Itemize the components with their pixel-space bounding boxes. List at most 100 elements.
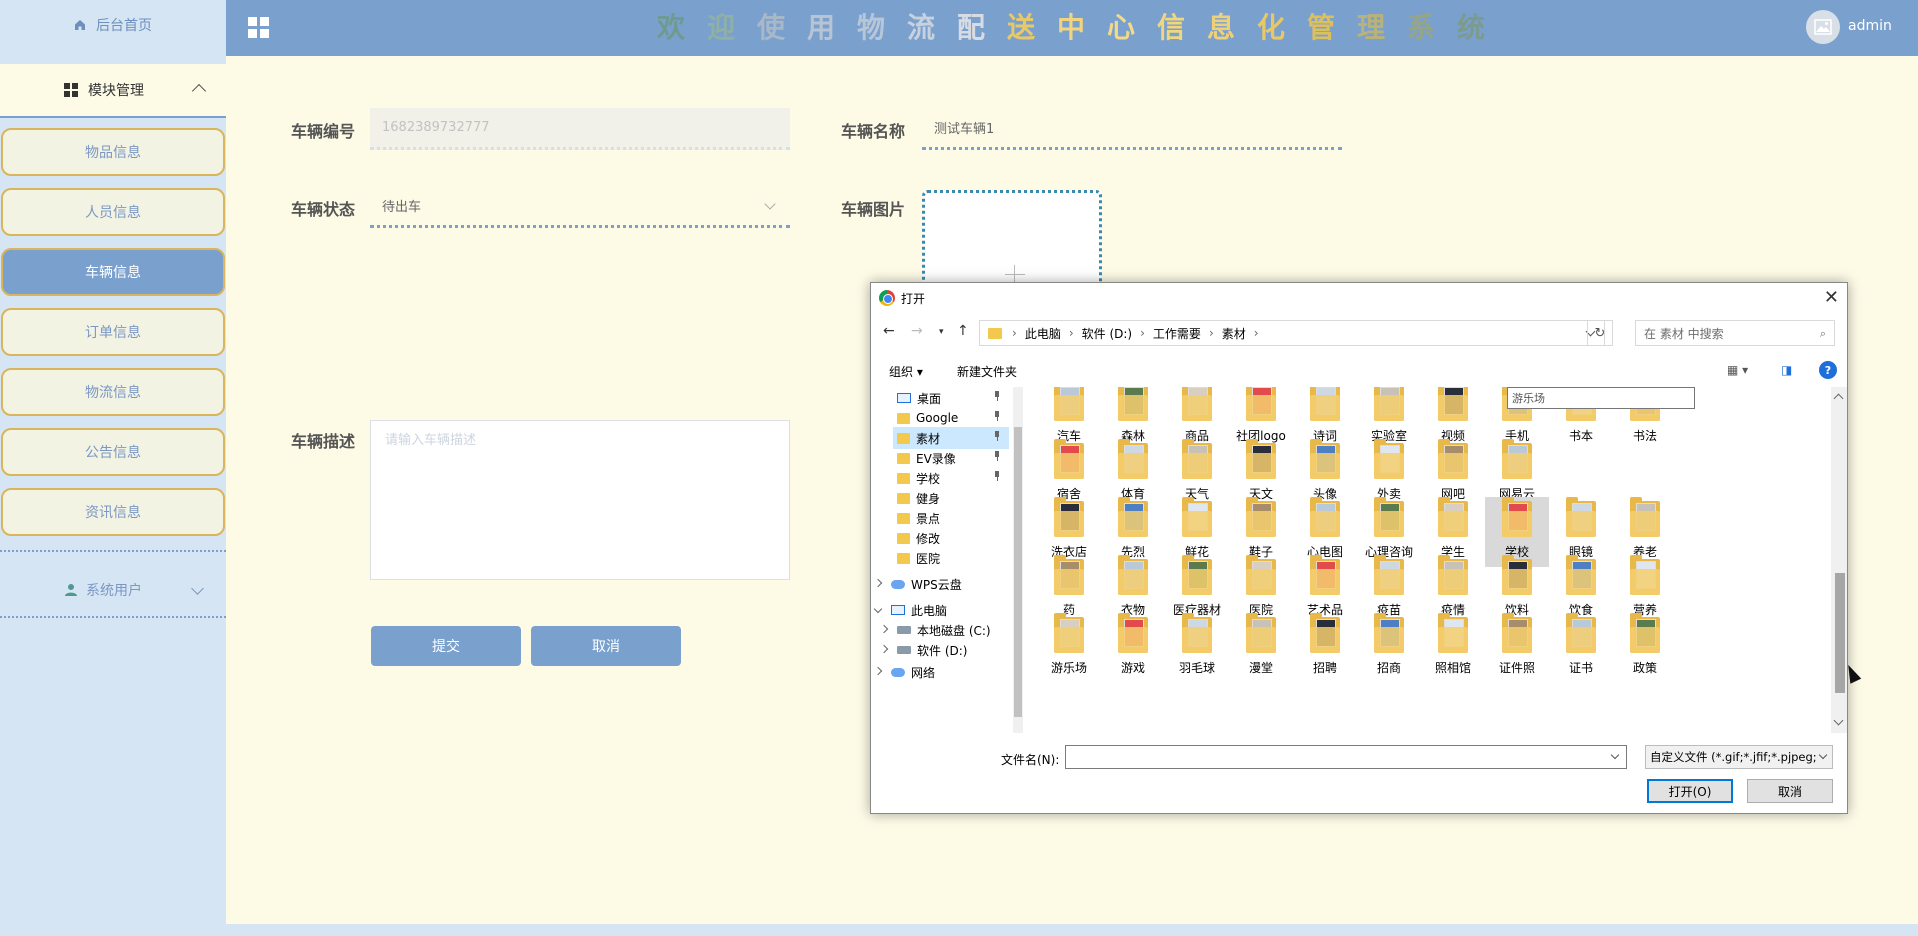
sidebar-item-label: 物流信息 xyxy=(85,385,141,401)
breadcrumb-item[interactable]: 此电脑 xyxy=(1025,325,1061,342)
chevron-right-icon[interactable] xyxy=(873,578,883,588)
help-icon[interactable]: ? xyxy=(1819,361,1837,379)
tree-item[interactable]: 学校 xyxy=(897,467,1009,489)
chevron-down-icon xyxy=(191,582,204,595)
folder-icon xyxy=(1182,387,1212,421)
folder-item[interactable]: 招商 xyxy=(1357,613,1421,683)
tree-item[interactable]: 软件 (D:) xyxy=(879,639,1009,661)
folder-item[interactable]: 漫堂 xyxy=(1229,613,1293,683)
sidebar-item-news[interactable]: 资讯信息 xyxy=(1,488,225,536)
sidebar-item-staff[interactable]: 人员信息 xyxy=(1,188,225,236)
refresh-icon[interactable]: ↻ xyxy=(1587,320,1613,346)
vehicle-status-value: 待出车 xyxy=(382,200,422,215)
search-input[interactable]: 在 素材 中搜索 ⌕ xyxy=(1635,320,1835,346)
sidebar-item-orders[interactable]: 订单信息 xyxy=(1,308,225,356)
folder-icon xyxy=(1118,613,1148,653)
tree-item[interactable]: 景点 xyxy=(897,507,1009,529)
username[interactable]: admin xyxy=(1848,18,1892,34)
tree-item[interactable]: 此电脑 xyxy=(873,599,1009,621)
dialog-cancel-button[interactable]: 取消 xyxy=(1747,779,1833,803)
cancel-button[interactable]: 取消 xyxy=(531,626,681,666)
chevron-down-icon[interactable] xyxy=(1610,750,1620,760)
vehicle-desc-textarea[interactable]: 请输入车辆描述 xyxy=(370,420,790,580)
sidebar-item-goods[interactable]: 物品信息 xyxy=(1,128,225,176)
tree-item[interactable]: 健身 xyxy=(897,487,1009,509)
chevron-up-icon xyxy=(191,83,207,99)
dialog-titlebar: 打开 ✕ xyxy=(871,283,1847,313)
folder-item[interactable]: 游乐场 xyxy=(1037,613,1101,683)
breadcrumb-item[interactable]: 工作需要 xyxy=(1153,325,1201,342)
up-arrow-icon[interactable]: ↑ xyxy=(957,323,969,339)
folder-icon xyxy=(1438,439,1468,479)
menu-grid-icon[interactable] xyxy=(248,17,269,38)
tree-item-label: 此电脑 xyxy=(911,603,948,618)
vehicle-name-value: 测试车辆1 xyxy=(934,122,995,137)
tree-scrollbar[interactable] xyxy=(1013,387,1023,733)
filetype-select[interactable]: 自定义文件 (*.gif;*.jfif;*.pjpeg; xyxy=(1645,745,1833,769)
folder-item[interactable]: 政策 xyxy=(1613,613,1677,683)
folder-icon xyxy=(1438,497,1468,537)
close-icon[interactable]: ✕ xyxy=(1824,287,1839,308)
chevron-right-icon[interactable] xyxy=(879,644,889,654)
folder-icon xyxy=(897,472,910,484)
pin-icon xyxy=(993,391,1001,401)
filename-input[interactable] xyxy=(1065,745,1627,769)
chevron-right-icon[interactable] xyxy=(879,624,889,634)
folder-item[interactable]: 游戏 xyxy=(1101,613,1165,683)
tree-item[interactable]: WPS云盘 xyxy=(873,573,1009,595)
tree-item[interactable]: 素材 xyxy=(893,427,1009,449)
sidebar-module-group[interactable]: 模块管理 xyxy=(0,64,226,118)
folder-label: 书法 xyxy=(1632,429,1657,443)
tree-item[interactable]: Google xyxy=(897,407,1009,429)
preview-pane-icon[interactable]: ◨ xyxy=(1781,363,1792,377)
sidebar-item-vehicle[interactable]: 车辆信息 xyxy=(1,248,225,296)
recent-chevron-icon[interactable]: ▾ xyxy=(939,327,944,337)
folder-icon xyxy=(897,432,910,444)
folder-icon xyxy=(1310,387,1340,421)
sidebar-system-user[interactable]: 系统用户 xyxy=(0,562,226,618)
forward-arrow-icon[interactable]: → xyxy=(911,323,923,339)
vehicle-status-label: 车辆状态 xyxy=(291,200,356,219)
folder-icon xyxy=(1246,387,1276,421)
submit-button[interactable]: 提交 xyxy=(371,626,521,666)
sidebar-item-label: 资讯信息 xyxy=(85,505,141,521)
grid-scrollbar[interactable] xyxy=(1831,387,1847,733)
view-options-icon[interactable]: ▦ ▾ xyxy=(1727,363,1748,377)
avatar[interactable] xyxy=(1806,10,1840,44)
folder-item[interactable]: 照相馆 xyxy=(1421,613,1485,683)
breadcrumb-item[interactable]: 软件 (D:) xyxy=(1082,325,1132,342)
organize-button[interactable]: 组织 ▾ xyxy=(889,363,923,380)
dialog-navbar: ← → ▾ ↑ › 此电脑 › 软件 (D:) › 工作需要 › 素材 › ↻ 在 素材… xyxy=(871,315,1847,351)
tree-item[interactable]: 医院 xyxy=(897,547,1009,569)
folder-icon xyxy=(1630,497,1660,537)
vehicle-status-select[interactable]: 待出车 xyxy=(370,186,790,228)
folder-item[interactable]: 羽毛球 xyxy=(1165,613,1229,683)
folder-icon xyxy=(1502,497,1532,537)
tree-item[interactable]: EV录像 xyxy=(897,447,1009,469)
sidebar-home-label: 后台首页 xyxy=(96,18,152,34)
image-upload[interactable] xyxy=(922,190,1102,286)
sidebar-system-user-label: 系统用户 xyxy=(86,583,142,599)
new-folder-button[interactable]: 新建文件夹 xyxy=(957,363,1017,380)
chevron-right-icon[interactable] xyxy=(873,666,883,676)
back-arrow-icon[interactable]: ← xyxy=(883,323,895,339)
tree-item[interactable]: 桌面 xyxy=(897,387,1009,409)
vehicle-name-input[interactable]: 测试车辆1 xyxy=(922,108,1342,150)
tree-item[interactable]: 网络 xyxy=(873,661,1009,683)
sidebar-home[interactable]: 后台首页 xyxy=(0,0,226,50)
tree-item[interactable]: 本地磁盘 (C:) xyxy=(879,619,1009,641)
cloud-icon xyxy=(891,667,905,677)
chevron-down-icon[interactable] xyxy=(873,604,883,614)
folder-item[interactable]: 证书 xyxy=(1549,613,1613,683)
folder-icon xyxy=(1054,387,1084,421)
folder-item[interactable]: 证件照 xyxy=(1485,613,1549,683)
address-bar[interactable]: › 此电脑 › 软件 (D:) › 工作需要 › 素材 › xyxy=(979,320,1605,346)
folder-icon xyxy=(1374,497,1404,537)
folder-icon xyxy=(1374,555,1404,595)
breadcrumb-item[interactable]: 素材 xyxy=(1222,325,1246,342)
sidebar-item-logistics[interactable]: 物流信息 xyxy=(1,368,225,416)
open-button[interactable]: 打开(O) xyxy=(1647,779,1733,803)
folder-item[interactable]: 招聘 xyxy=(1293,613,1357,683)
sidebar-item-notice[interactable]: 公告信息 xyxy=(1,428,225,476)
tree-item[interactable]: 修改 xyxy=(897,527,1009,549)
